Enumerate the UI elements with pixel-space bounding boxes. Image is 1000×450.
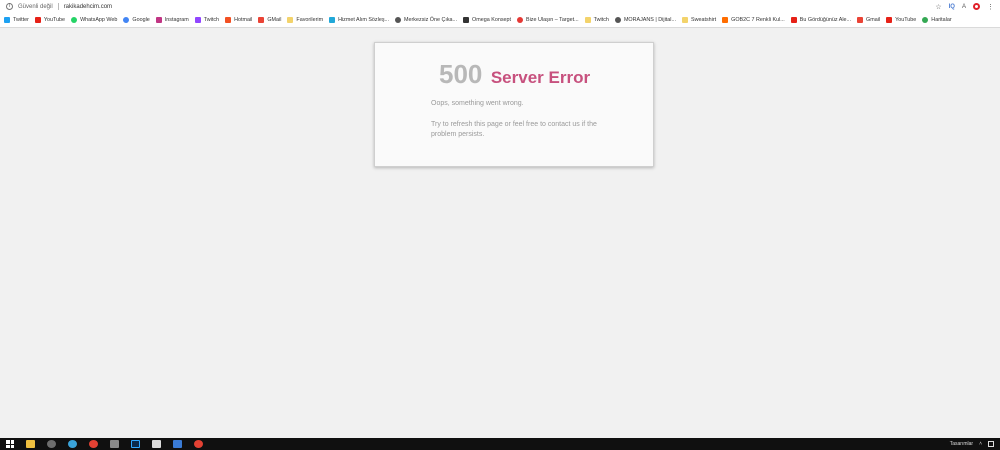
globe-icon [614,17,621,23]
bookmark-label: Favorilerim [296,17,324,23]
bookmark-item[interactable]: Hizmet Alım Sözleş... [329,17,389,23]
folder-icon [584,17,591,23]
tray-label[interactable]: Tasarımlar [950,441,973,447]
gmail-icon [258,17,265,23]
bookmark-item[interactable]: MORAJANS | Dijital... [614,17,676,23]
bookmark-label: YouTube [43,17,66,23]
bookmark-item[interactable]: Merkezsiz Öne Çıka... [395,17,457,23]
taskbar: Tasarımlar ˄ [0,438,1000,450]
bookmark-item[interactable]: Twitch [584,17,609,23]
folder-icon [287,17,294,23]
extension-icon[interactable]: IQ [949,4,955,10]
chevron-up-icon[interactable]: ˄ [979,441,982,447]
bookmark-item[interactable]: Instagram [155,17,189,23]
bookmark-label: Hotmail [234,17,253,23]
menu-icon[interactable]: ⋮ [987,3,994,11]
bookmark-label: Merkezsiz Öne Çıka... [404,17,458,23]
bookmark-item[interactable]: WhatsApp Web [71,17,117,23]
bookmark-item[interactable]: GMail [258,17,281,23]
target-icon [517,17,524,23]
bookmark-item[interactable]: Hotmail [225,17,252,23]
bookmark-label: Gmail [866,17,881,23]
url-text[interactable]: rakikadehcim.com [64,4,112,10]
bookmark-item[interactable]: Sweatshirt [681,17,717,23]
opera-icon[interactable] [973,3,980,10]
bookmark-item[interactable]: Gmail [857,17,880,23]
youtube-icon [790,17,797,23]
google-icon [123,17,130,23]
divider [57,3,59,10]
twitch-icon [194,17,201,23]
bookmark-label: WhatsApp Web [80,17,118,23]
bookmark-label: Instagram [164,17,189,23]
bookmark-label: MORAJANS | Dijital... [623,17,676,23]
bookmark-label: Hizmet Alım Sözleş... [338,17,390,23]
microsoft-icon [225,17,232,23]
bookmark-item[interactable]: YouTube [34,17,66,23]
youtube-icon [886,17,893,23]
bookmark-label: GOB2C 7 Renkli Kul... [731,17,785,23]
settings-icon[interactable] [47,440,56,448]
star-icon[interactable]: ☆ [935,3,941,11]
chrome-icon[interactable] [89,440,98,448]
bookmark-label: Google [132,17,150,23]
omega-icon [463,17,470,23]
bookmark-label: Bu Gördüğünüz Ale... [799,17,852,23]
info-icon[interactable]: i [6,3,13,10]
bookmark-label: Bize Ulaşın – Target... [526,17,579,23]
bookmarks-bar: Twitter YouTube WhatsApp Web Google Instagra… [0,13,1000,28]
chrome-icon-2[interactable] [194,440,203,448]
bookmark-item[interactable]: Omega Konsept [463,17,511,23]
bookmark-item[interactable]: Favorilerim [287,17,323,23]
bookmark-item[interactable]: Haritalar [922,17,952,23]
folder-icon [681,17,688,23]
error-heading: 500 Server Error [439,59,590,90]
error-detail: Try to refresh this page or feel free to… [431,121,597,138]
w-icon [329,17,336,23]
whatsapp-icon [71,17,78,23]
photoshop-icon[interactable] [131,440,140,448]
bookmark-label: Haritalar [931,17,952,23]
error-card: 500 Server Error Oops, something went wr… [374,42,654,167]
bookmark-item[interactable]: GOB2C 7 Renkli Kul... [722,17,785,23]
notepad-icon[interactable] [152,440,161,448]
pinned-app-icon-2[interactable] [173,440,182,448]
bookmark-item[interactable]: YouTube [886,17,916,23]
error-message: Oops, something went wrong. [431,100,524,107]
bookmark-label: GMail [267,17,282,23]
twitter-icon [4,17,10,23]
error-title: Server Error [490,68,591,87]
bookmark-label: Twitter [13,17,29,23]
bookmark-label: Twitch [203,17,220,23]
notifications-icon[interactable] [988,441,994,447]
bookmark-label: YouTube [895,17,917,23]
security-label: Güvenli değil [18,3,53,10]
globe-icon [395,17,402,23]
address-bar[interactable]: i Güvenli değil rakikadehcim.com ☆ IQ A … [0,0,1000,13]
maps-icon [922,17,929,23]
instagram-icon [155,17,162,23]
bookmark-item[interactable]: Twitch [194,17,220,23]
gmail-icon [857,17,864,23]
gob-icon [722,17,729,23]
youtube-icon [34,17,41,23]
bookmark-label: Twitch [593,17,609,23]
bookmark-item[interactable]: Bu Gördüğünüz Ale... [790,17,852,23]
file-explorer-icon[interactable] [26,440,35,448]
bookmark-item[interactable]: Twitter [4,17,29,23]
error-code: 500 [439,59,483,89]
bookmark-item[interactable]: Bize Ulaşın – Target... [517,17,579,23]
bookmark-label: Sweatshirt [690,17,717,23]
bookmark-label: Omega Konsept [472,17,512,23]
tray: Tasarımlar ˄ [950,438,994,450]
toolbar-right: ☆ IQ A ⋮ [935,0,994,13]
pinned-app-icon[interactable] [68,440,77,448]
translate-icon[interactable]: A [962,4,966,10]
image-viewer-icon[interactable] [110,440,119,448]
bookmark-item[interactable]: Google [123,17,150,23]
windows-start-icon[interactable] [6,440,14,448]
